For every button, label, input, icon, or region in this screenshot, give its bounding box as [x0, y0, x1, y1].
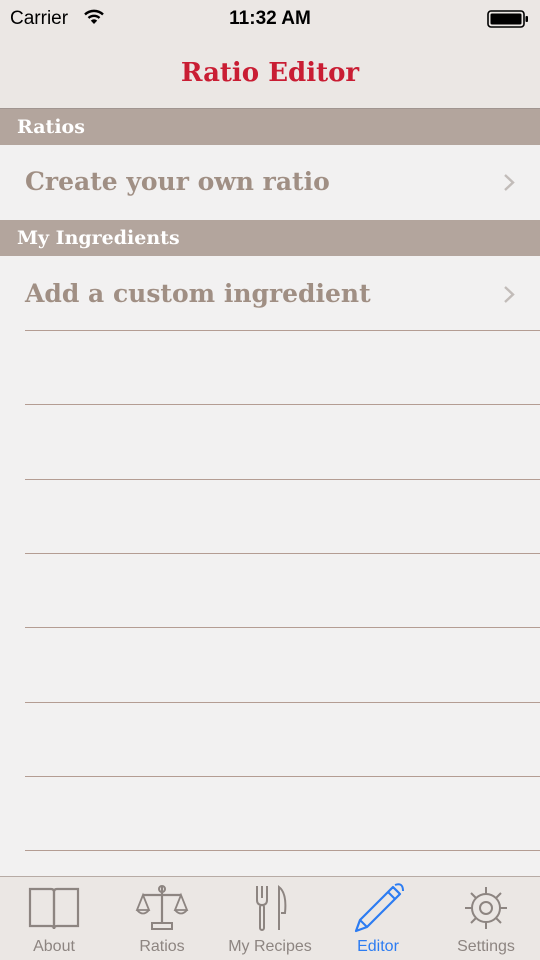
tab-settings[interactable]: Settings	[432, 877, 540, 960]
pen-icon	[354, 883, 404, 933]
page-title: Ratio Editor	[180, 58, 360, 88]
tab-about-label: About	[33, 938, 75, 955]
chevron-right-icon	[504, 286, 515, 303]
row-separator	[25, 627, 540, 628]
navigation-bar: Ratio Editor	[0, 40, 540, 109]
chevron-right-icon	[504, 174, 515, 191]
battery-icon	[487, 10, 528, 28]
tab-my-recipes[interactable]: My Recipes	[216, 877, 324, 960]
row-separator	[25, 553, 540, 554]
tab-settings-label: Settings	[457, 938, 515, 955]
add-ingredient-label: Add a custom ingredient	[25, 279, 371, 308]
add-ingredient-row[interactable]: Add a custom ingredient	[0, 257, 540, 331]
gear-icon	[465, 887, 507, 929]
row-separator	[25, 479, 540, 480]
row-separator	[25, 776, 540, 777]
section-header-ratios: Ratios	[0, 109, 540, 145]
clock: 11:32 AM	[229, 8, 311, 29]
row-separator	[25, 404, 540, 405]
tab-ratios-label: Ratios	[139, 938, 185, 955]
row-separator	[25, 850, 540, 851]
create-ratio-row[interactable]: Create your own ratio	[0, 145, 540, 219]
book-icon	[28, 887, 80, 930]
status-bar: Carrier 11:32 AM	[0, 0, 540, 40]
create-ratio-label: Create your own ratio	[25, 167, 330, 196]
row-separator	[25, 330, 540, 331]
tab-ratios[interactable]: Ratios	[108, 877, 216, 960]
row-separator	[25, 702, 540, 703]
scale-icon	[135, 885, 189, 930]
fork-knife-icon	[256, 884, 287, 931]
tab-editor-label: Editor	[357, 938, 399, 955]
tab-about[interactable]: About	[0, 877, 108, 960]
tab-bar: About Ratios My Recipes Editor Settings	[0, 876, 540, 960]
section-header-ingredients: My Ingredients	[0, 220, 540, 256]
tab-my-recipes-label: My Recipes	[228, 938, 312, 955]
tab-editor[interactable]: Editor	[324, 877, 432, 960]
